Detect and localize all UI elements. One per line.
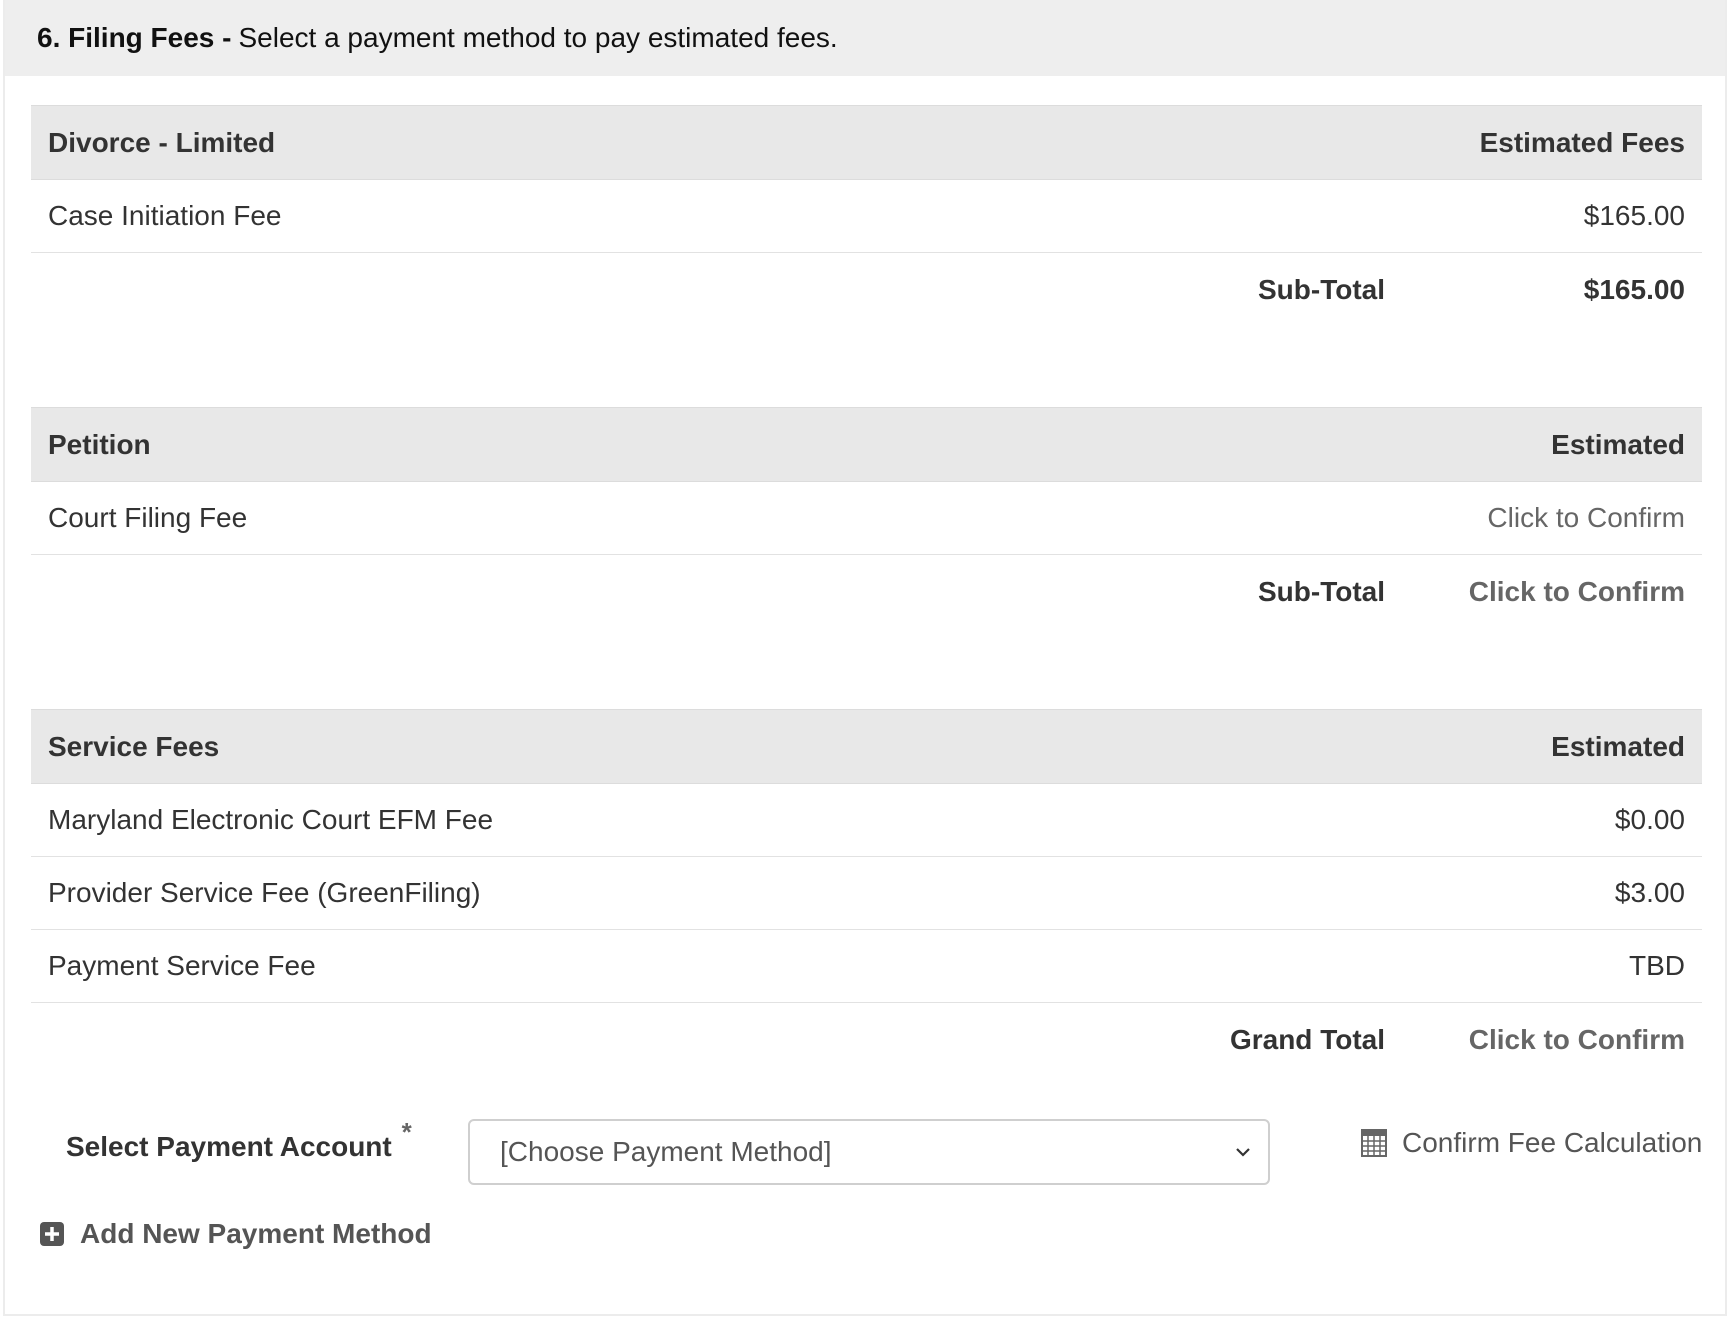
fee-table-service: Service Fees Estimated Maryland Electron… [31, 709, 1702, 1076]
add-payment-label: Add New Payment Method [80, 1218, 432, 1249]
table-header: Service Fees Estimated [31, 709, 1702, 784]
confirm-fee-calculation-button[interactable]: Confirm Fee Calculation [1360, 1127, 1702, 1159]
table-header: Divorce - Limited Estimated Fees [31, 105, 1702, 180]
payment-method-select[interactable]: [Choose Payment Method] [468, 1119, 1270, 1185]
subtotal-label: Sub-Total [1257, 575, 1385, 607]
grand-total-row: Grand Total Click to Confirm [31, 1003, 1702, 1076]
panel-header: 6. Filing Fees - Select a payment method… [5, 0, 1725, 76]
calculator-icon [1361, 1129, 1387, 1157]
fee-amount: $3.00 [1614, 877, 1685, 908]
confirm-fee-label: Confirm Fee Calculation [1402, 1127, 1703, 1158]
fee-name: Case Initiation Fee [48, 200, 282, 231]
subtotal-row: Sub-Total $165.00 [31, 253, 1702, 326]
add-payment-method-button[interactable]: Add New Payment Method [40, 1218, 432, 1250]
table-row: Provider Service Fee (GreenFiling) $3.00 [31, 857, 1702, 930]
table-row: Payment Service Fee TBD [31, 930, 1702, 1003]
fee-name: Provider Service Fee (GreenFiling) [48, 877, 481, 908]
subtotal-row: Sub-Total Click to Confirm [31, 555, 1702, 628]
select-value: [Choose Payment Method] [500, 1136, 832, 1167]
fee-amount: $0.00 [1614, 804, 1685, 835]
section-title: Petition [48, 428, 151, 460]
table-header: Petition Estimated [31, 407, 1702, 482]
payment-account-label: Select Payment Account * [66, 1117, 412, 1162]
click-to-confirm-link[interactable]: Click to Confirm [1487, 502, 1685, 534]
fee-name: Payment Service Fee [48, 950, 316, 981]
payment-account-row: Select Payment Account * [Choose Payment … [66, 1117, 1706, 1189]
subtotal-label: Sub-Total [1257, 273, 1385, 305]
table-row: Case Initiation Fee $165.00 [31, 180, 1702, 253]
fee-amount: $165.00 [1583, 200, 1685, 231]
step-description: Select a payment method to pay estimated… [238, 22, 838, 53]
plus-square-icon [40, 1222, 64, 1246]
required-asterisk: * [401, 1117, 412, 1147]
chevron-down-icon [1236, 1148, 1250, 1157]
section-title: Divorce - Limited [48, 126, 276, 158]
fee-table-petition: Petition Estimated Court Filing Fee Clic… [31, 407, 1702, 628]
section-title: Service Fees [48, 730, 220, 762]
step-title: 6. Filing Fees - [37, 22, 232, 53]
fee-amount: TBD [1629, 950, 1685, 981]
subtotal-value: $165.00 [1583, 273, 1685, 305]
table-row: Court Filing Fee Click to Confirm [31, 482, 1702, 555]
grand-total-confirm-link[interactable]: Click to Confirm [1385, 1024, 1685, 1056]
column-header: Estimated Fees [1479, 126, 1685, 158]
column-header: Estimated [1551, 428, 1685, 460]
fee-table-divorce: Divorce - Limited Estimated Fees Case In… [31, 105, 1702, 326]
table-row: Maryland Electronic Court EFM Fee $0.00 [31, 784, 1702, 857]
grand-total-label: Grand Total [1229, 1023, 1385, 1055]
column-header: Estimated [1551, 730, 1685, 762]
subtotal-confirm-link[interactable]: Click to Confirm [1385, 576, 1685, 608]
fee-name: Court Filing Fee [48, 502, 248, 533]
fee-name: Maryland Electronic Court EFM Fee [48, 804, 494, 835]
